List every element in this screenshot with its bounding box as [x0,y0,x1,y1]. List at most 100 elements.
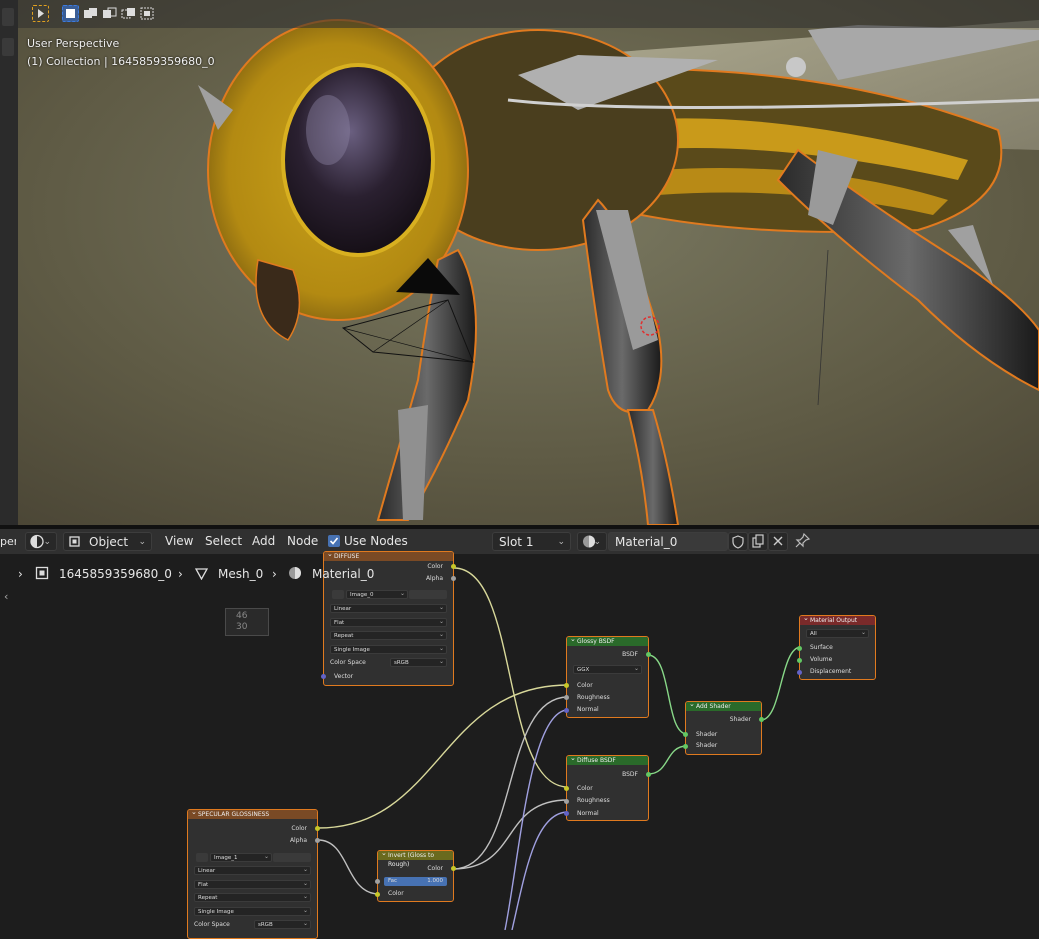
colorspace-label: Color Space [330,659,366,666]
sidebar-tab[interactable] [2,38,14,56]
use-nodes-checkbox[interactable] [327,532,341,551]
node-invert[interactable]: Invert (Gloss to Rough) Color Fac 1.000 … [375,849,456,902]
extension-dropdown[interactable]: Repeat [330,630,447,640]
menu-select[interactable]: Select [205,532,242,551]
toolbar-tab[interactable] [2,8,14,26]
menu-view[interactable]: View [165,532,193,551]
node-header[interactable]: Diffuse BSDF [567,754,648,765]
output-socket-bsdf[interactable] [646,652,651,657]
select-box-extend-icon[interactable] [82,5,99,22]
browse-material-dropdown[interactable]: ⌄ [577,532,607,551]
pin-button[interactable] [794,532,812,551]
select-box-invert-icon[interactable] [120,5,137,22]
duplicate-material-button[interactable] [748,532,768,551]
breadcrumb-mesh[interactable]: Mesh_0 [218,567,263,581]
output-alpha-label: Alpha [289,837,307,844]
input-socket-roughness[interactable] [564,695,569,700]
tweak-tool-icon[interactable] [32,5,49,22]
node-header[interactable]: SPECULAR GLOSSINESS [188,808,317,819]
image-actions-buttons[interactable] [409,590,447,599]
breadcrumb-object[interactable]: 1645859359680_0 [59,567,172,581]
image-actions-buttons[interactable] [273,853,311,862]
input-socket-color[interactable] [564,683,569,688]
node-header[interactable]: Invert (Gloss to Rough) [378,849,453,868]
material-slot-dropdown[interactable]: Slot 1 ⌄ [492,532,571,551]
colorspace-dropdown[interactable]: sRGB [390,657,447,667]
menu-node[interactable]: Node [287,532,318,551]
output-shader-label: Shader [729,716,751,723]
output-socket-bsdf[interactable] [646,772,651,777]
input-socket-volume[interactable] [797,658,802,663]
node-canvas[interactable]: 46 30 DIFFUSE Color Alpha Image_0 Linear… [0,550,1039,939]
image-browse-icon[interactable] [332,590,344,599]
editor-type-dropdown[interactable]: ⌄ [25,532,57,551]
source-dropdown[interactable]: Single Image [330,644,447,654]
projection-dropdown[interactable]: Flat [330,617,447,627]
image-datablock-field[interactable]: Image_0 [346,589,408,599]
render-target-dropdown[interactable]: All [806,628,869,638]
fac-label: Fac [388,878,398,884]
material-name-text: Material_0 [615,535,678,549]
bee-render [18,0,1039,525]
node-add-shader[interactable]: Add Shader Shader Shader Shader [683,700,764,755]
input-socket-shader2[interactable] [683,744,688,749]
image-browse-icon[interactable] [196,853,208,862]
input-socket-fac[interactable] [375,879,380,884]
input-socket-normal[interactable] [564,811,569,816]
frame-label[interactable]: 46 30 [225,608,269,636]
node-diffuse-bsdf[interactable]: Diffuse BSDF BSDF Color Roughness Normal [564,754,651,821]
node-editor-header: per ⌄ Object ⌄ View Select Add Node Use … [0,529,1039,554]
input-socket-displacement[interactable] [797,670,802,675]
output-socket-color[interactable] [451,866,456,871]
input-shader2-label: Shader [696,742,718,749]
projection-dropdown[interactable]: Flat [194,879,311,889]
object-icon [35,566,49,580]
fac-value: 1.000 [427,878,443,884]
3d-viewport[interactable] [18,0,1039,525]
output-socket-alpha[interactable] [451,576,456,581]
chevron-right-icon: › [178,567,183,581]
input-socket-surface[interactable] [797,646,802,651]
input-socket-color[interactable] [375,892,380,897]
output-socket-color[interactable] [451,564,456,569]
fac-slider[interactable]: Fac 1.000 [384,877,447,886]
material-name-field[interactable]: Material_0 [608,532,728,551]
output-socket-alpha[interactable] [315,838,320,843]
source-dropdown[interactable]: Single Image [194,906,311,916]
interpolation-dropdown[interactable]: Linear [194,865,311,875]
input-volume-label: Volume [810,656,833,663]
node-header[interactable]: DIFFUSE [324,550,453,561]
clipped-menu-label[interactable]: per [0,532,16,551]
node-header[interactable]: Add Shader [686,700,761,711]
viewport-toolbar [18,0,1039,28]
select-box-intersect-icon[interactable] [139,5,156,22]
extension-dropdown[interactable]: Repeat [194,892,311,902]
select-box-new-icon[interactable] [62,5,79,22]
menu-add[interactable]: Add [252,532,275,551]
node-glossy-bsdf[interactable]: Glossy BSDF BSDF GGX Color Roughness Nor… [564,635,651,718]
node-specular-glossiness-texture[interactable]: SPECULAR GLOSSINESS Color Alpha Image_1 … [187,808,320,939]
material-slot-label: Slot 1 [499,535,534,549]
chevron-left-icon[interactable]: ‹ [4,590,14,608]
fake-user-button[interactable] [728,532,748,551]
input-socket-color[interactable] [564,786,569,791]
input-socket-vector[interactable] [321,674,326,679]
colorspace-dropdown[interactable]: sRGB [254,919,311,929]
node-header[interactable]: Glossy BSDF [567,635,648,646]
image-datablock-field[interactable]: Image_1 [210,852,272,862]
node-header[interactable]: Material Output [800,614,875,625]
shader-type-dropdown[interactable]: Object ⌄ [63,532,152,551]
interpolation-dropdown[interactable]: Linear [330,603,447,613]
input-color-label: Color [577,785,593,792]
output-socket-shader[interactable] [759,717,764,722]
object-icon [69,536,80,547]
distribution-dropdown[interactable]: GGX [573,664,642,674]
input-socket-roughness[interactable] [564,799,569,804]
output-socket-color[interactable] [315,826,320,831]
unlink-material-button[interactable] [768,532,788,551]
input-socket-normal[interactable] [564,708,569,713]
input-socket-shader1[interactable] [683,732,688,737]
select-box-subtract-icon[interactable] [101,5,118,22]
breadcrumb-material[interactable]: Material_0 [312,567,374,581]
node-material-output[interactable]: Material Output All Surface Volume Displ… [797,614,876,680]
